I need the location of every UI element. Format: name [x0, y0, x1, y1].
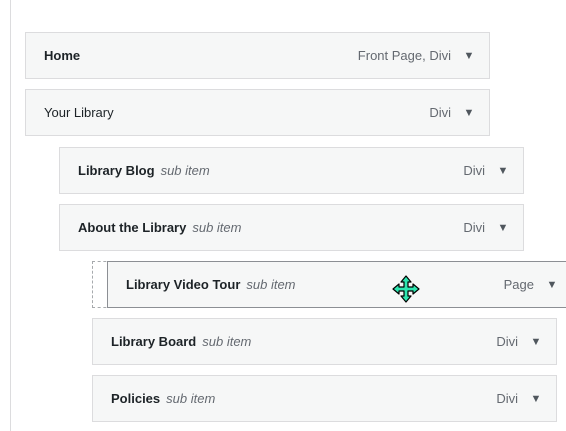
dropdown-arrow-icon[interactable]: ▼	[497, 222, 509, 234]
menu-item-library-blog[interactable]: Library Blog sub item Divi ▼	[59, 147, 524, 194]
menu-item-title: Policies	[111, 391, 161, 406]
menu-item-title: Library Blog	[78, 163, 155, 178]
menu-item-title: About the Library	[78, 220, 187, 235]
menu-item-type: Page	[503, 277, 534, 292]
menu-item-library-board[interactable]: Library Board sub item Divi ▼	[92, 318, 557, 365]
menu-item-title: Home	[44, 48, 81, 63]
move-cursor-icon	[392, 275, 420, 303]
menu-item-type: Divi	[496, 334, 518, 349]
menu-item-policies[interactable]: Policies sub item Divi ▼	[92, 375, 557, 422]
dropdown-arrow-icon[interactable]: ▼	[497, 165, 509, 177]
menu-item-type: Front Page, Divi	[357, 48, 451, 63]
menu-item-title: Library Video Tour	[126, 277, 241, 292]
sub-item-label: sub item	[160, 163, 210, 178]
menu-item-type: Divi	[429, 105, 451, 120]
dropdown-arrow-icon[interactable]: ▼	[530, 393, 542, 405]
menu-item-type: Divi	[496, 391, 518, 406]
sub-item-label: sub item	[192, 220, 242, 235]
menu-item-title: Your Library	[44, 105, 114, 120]
sub-item-label: sub item	[166, 391, 216, 406]
menu-item-title: Library Board	[111, 334, 197, 349]
dropdown-arrow-icon[interactable]: ▼	[463, 50, 475, 62]
dropdown-arrow-icon[interactable]: ▼	[463, 107, 475, 119]
menu-item-home[interactable]: Home Front Page, Divi ▼	[25, 32, 490, 79]
dropdown-arrow-icon[interactable]: ▼	[530, 336, 542, 348]
frame-border	[10, 0, 11, 431]
menu-item-type: Divi	[463, 163, 485, 178]
menu-item-library-video-tour[interactable]: Library Video Tour sub item Page ▼	[107, 261, 566, 308]
menu-item-your-library[interactable]: Your Library Divi ▼	[25, 89, 490, 136]
dropdown-arrow-icon[interactable]: ▼	[546, 279, 558, 291]
sub-item-label: sub item	[246, 277, 296, 292]
menu-item-about-the-library[interactable]: About the Library sub item Divi ▼	[59, 204, 524, 251]
menu-item-type: Divi	[463, 220, 485, 235]
sub-item-label: sub item	[202, 334, 252, 349]
